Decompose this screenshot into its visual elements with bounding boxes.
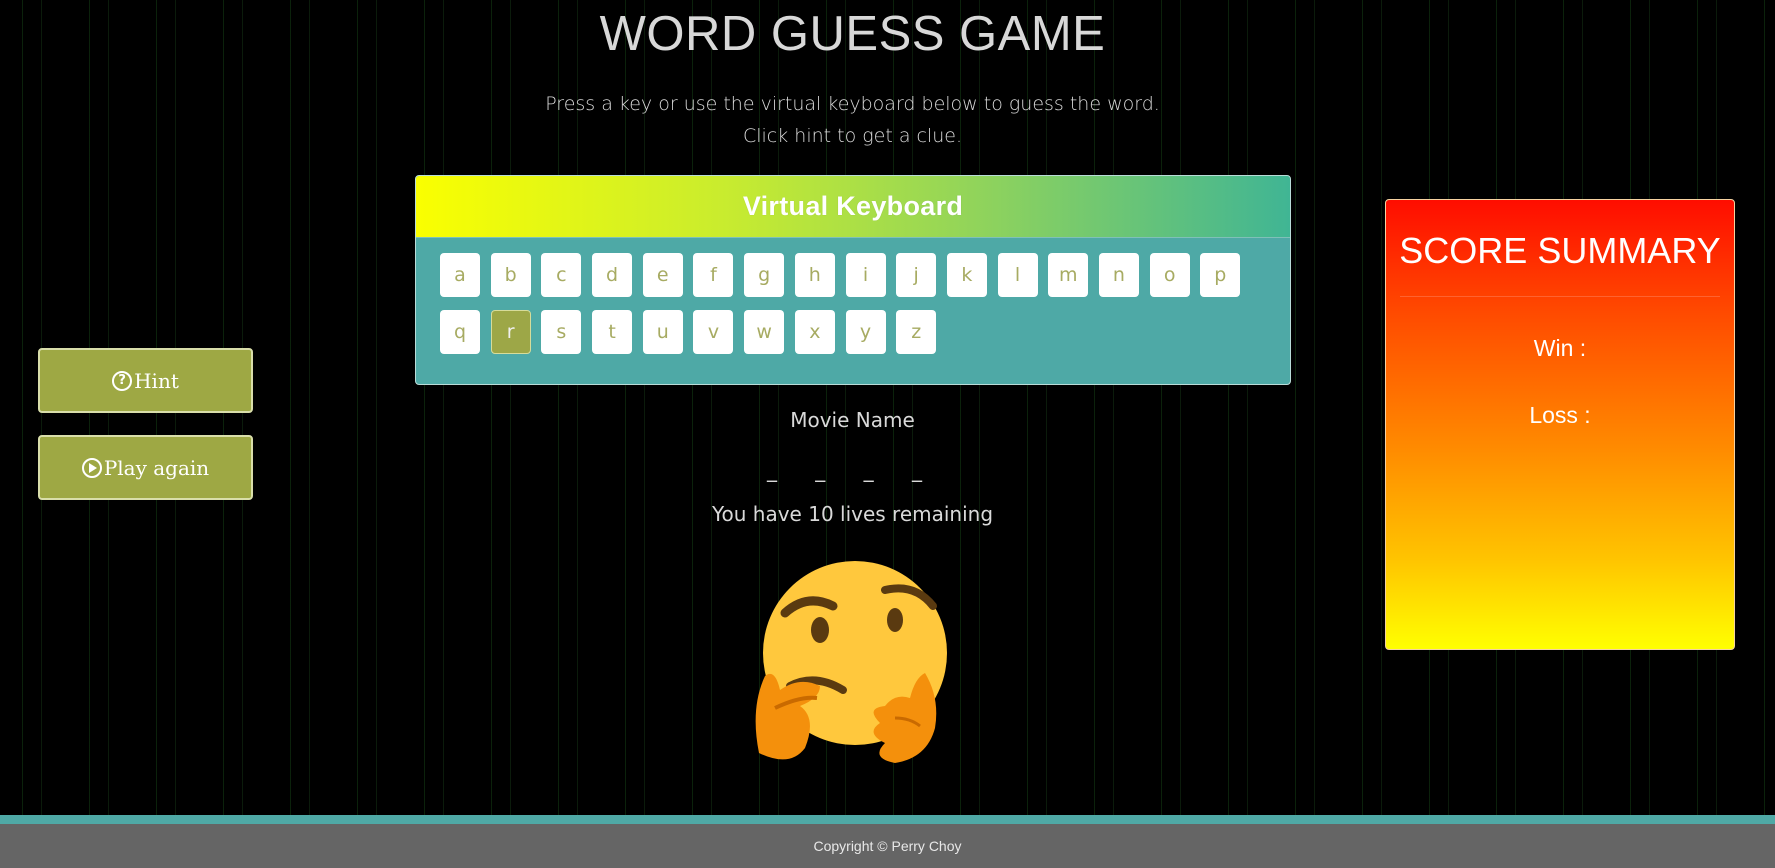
key-g[interactable]: g	[744, 253, 785, 297]
score-summary-panel: SCORE SUMMARY Win : Loss :	[1385, 199, 1735, 650]
hint-button[interactable]: ? Hint	[38, 348, 253, 413]
key-f[interactable]: f	[693, 253, 734, 297]
thinking-face-emoji	[755, 561, 947, 763]
footer: Copyright © Perry Choy	[0, 824, 1775, 868]
key-b[interactable]: b	[490, 253, 531, 297]
key-p[interactable]: p	[1200, 253, 1241, 297]
key-j[interactable]: j	[896, 253, 937, 297]
question-circle-icon: ?	[112, 370, 133, 391]
score-summary-title: SCORE SUMMARY	[1399, 230, 1721, 271]
key-t[interactable]: t	[592, 310, 633, 354]
virtual-keyboard-header: Virtual Keyboard	[416, 176, 1290, 238]
key-s[interactable]: s	[541, 310, 582, 354]
key-q[interactable]: q	[440, 310, 480, 354]
keyboard-row-1: abcdefghijklmnop	[440, 253, 1251, 297]
key-y[interactable]: y	[845, 310, 886, 354]
key-l[interactable]: l	[997, 253, 1038, 297]
key-d[interactable]: d	[592, 253, 633, 297]
key-w[interactable]: w	[744, 310, 785, 354]
virtual-keyboard-panel: Virtual Keyboard abcdefghijklmnop qrstuv…	[415, 175, 1291, 385]
hint-instruction-text: Click hint to get a clue.	[742, 125, 963, 147]
key-r[interactable]: r	[490, 310, 531, 354]
key-n[interactable]: n	[1098, 253, 1139, 297]
key-m[interactable]: m	[1048, 253, 1089, 297]
page-title: WORD GUESS GAME	[599, 7, 1106, 61]
copyright-text: Copyright © Perry Choy	[813, 838, 962, 854]
instruction-text: Press a key or use the virtual keyboard …	[545, 93, 1160, 115]
key-k[interactable]: k	[946, 253, 987, 297]
key-h[interactable]: h	[794, 253, 835, 297]
key-o[interactable]: o	[1149, 253, 1190, 297]
loss-count: Loss :	[1529, 402, 1591, 428]
footer-accent-strip	[0, 815, 1775, 824]
virtual-keyboard-title: Virtual Keyboard	[742, 191, 964, 221]
win-count: Win :	[1533, 335, 1587, 361]
key-u[interactable]: u	[642, 310, 683, 354]
key-v[interactable]: v	[693, 310, 734, 354]
key-e[interactable]: e	[642, 253, 683, 297]
key-z[interactable]: z	[896, 310, 937, 354]
key-a[interactable]: a	[440, 253, 480, 297]
keyboard-row-2: qrstuvwxyz	[440, 310, 947, 354]
key-i[interactable]: i	[845, 253, 886, 297]
hint-button-label: Hint	[134, 368, 179, 393]
score-divider	[1400, 296, 1720, 297]
key-c[interactable]: c	[541, 253, 582, 297]
key-x[interactable]: x	[794, 310, 835, 354]
